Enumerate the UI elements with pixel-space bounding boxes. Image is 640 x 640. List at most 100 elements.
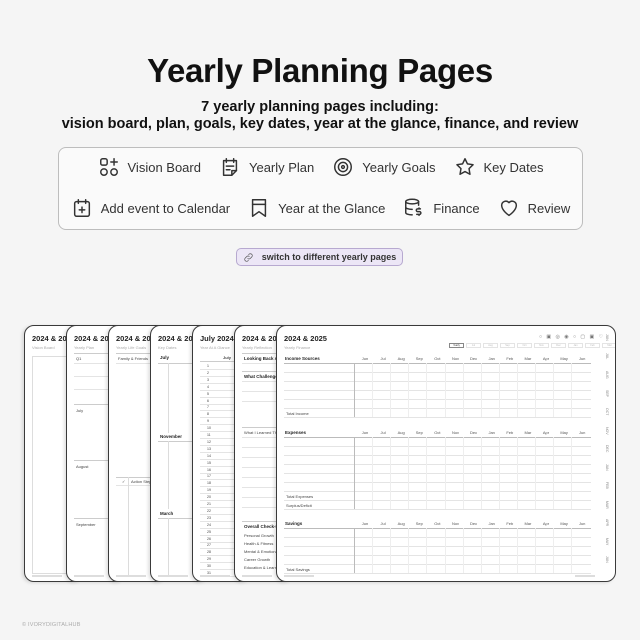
feature-label: Key Dates (483, 159, 544, 175)
column-line (372, 363, 374, 417)
copyright: © IVORYDIGITALHUB (22, 622, 81, 628)
feature-finance[interactable]: Finance (403, 197, 480, 219)
year-tab[interactable]: Nov (534, 343, 549, 348)
column-line (498, 437, 500, 509)
total-label: Total Income (286, 411, 309, 416)
section-rule (284, 363, 592, 364)
day-number: 17 (207, 474, 211, 479)
feature-add-event[interactable]: Add event to Calendar (71, 197, 230, 219)
column-line (553, 528, 555, 573)
month-side-tab[interactable]: AUG (599, 371, 609, 379)
column-line (408, 437, 410, 509)
check-column-label: ✓ (122, 479, 126, 484)
year-tab[interactable]: Oct (517, 343, 532, 348)
page-title: Yearly Planning Pages (147, 52, 493, 89)
year-tab[interactable]: Aug (483, 343, 498, 348)
column-line (444, 363, 446, 417)
day-number: 9 (207, 419, 209, 424)
link-icon (244, 252, 253, 262)
column-line (516, 363, 518, 417)
label-divider (354, 437, 355, 509)
month-side-tab[interactable]: APR (599, 519, 609, 527)
target-icon (334, 158, 353, 176)
column-line (480, 528, 482, 573)
feature-label: Yearly Plan (248, 159, 315, 175)
page-footer (74, 575, 104, 577)
day-number: 2 (207, 370, 209, 375)
column-line (498, 363, 500, 417)
page-footer (284, 575, 314, 577)
row-line (284, 509, 592, 510)
column-line (390, 437, 392, 509)
page-title: 2024 & 2025 (284, 334, 327, 343)
month-side-tab[interactable]: JUL (599, 353, 609, 361)
label-divider (354, 363, 355, 417)
feature-year-at-glance[interactable]: Year at the Glance (248, 197, 385, 219)
column-line (571, 437, 573, 509)
month-side-tab[interactable]: MAR (599, 501, 609, 509)
column-line (372, 437, 374, 509)
feature-label: Add event to Calendar (100, 200, 231, 216)
day-number: 19 (207, 488, 211, 493)
section-label: Education & Learn (244, 565, 277, 570)
month-side-tabs: JUN JUL AUG SEP OCT NOV DEC JAN FEB MAR APR MAY JUN (599, 326, 609, 581)
day-number: 12 (207, 439, 211, 444)
feature-vision-board[interactable]: Vision Board (98, 156, 201, 178)
column-line (480, 437, 482, 509)
page-subtitle: Yearly Life Goals (116, 345, 147, 350)
features-panel: Vision Board Yearly Plan Yearly Goals Ke… (58, 147, 583, 230)
row-line (284, 546, 592, 547)
month-side-tab[interactable]: MAY (599, 538, 609, 546)
section-label: Personal Growth (244, 533, 274, 538)
page-subtitle: Key Dates (158, 345, 177, 350)
month-side-tab[interactable]: SEP (599, 390, 609, 398)
feature-review[interactable]: Review (498, 197, 570, 219)
column-line (390, 528, 392, 573)
month-side-tab[interactable]: OCT (599, 408, 609, 416)
day-number: 24 (207, 522, 211, 527)
day-number: 5 (207, 391, 209, 396)
total-label: Surplus/Deficit (286, 503, 312, 508)
column-line (390, 363, 392, 417)
section-rule (284, 437, 592, 438)
year-tab[interactable]: Yearly (449, 343, 464, 348)
page-subtitle: Vision Board (32, 345, 55, 350)
month-side-tab[interactable]: JUN (599, 556, 609, 564)
year-tab[interactable]: Sep (500, 343, 515, 348)
page-title: July 2024 - (200, 334, 239, 343)
switch-pages-pill[interactable]: switch to different yearly pages (236, 248, 403, 266)
column-line (408, 363, 410, 417)
day-number: 16 (207, 467, 211, 472)
total-label: Total Savings (286, 567, 310, 572)
section-label: What I Learned Th (244, 430, 278, 435)
row-line (284, 390, 592, 391)
feature-yearly-goals[interactable]: Yearly Goals (332, 156, 436, 178)
day-number: 25 (207, 529, 211, 534)
day-number: 10 (207, 426, 211, 431)
column-line (426, 363, 428, 417)
year-tab[interactable]: Jul (466, 343, 481, 348)
month-side-tab[interactable]: JUN (599, 334, 609, 342)
day-number: 20 (207, 495, 211, 500)
month-side-tab[interactable]: JAN (599, 464, 609, 472)
section-label: Family & Friends (118, 356, 149, 361)
toolbar-icons[interactable]: ○ ▣ ◎ ◉ ○ ▢ ▣ ♡ (539, 334, 605, 340)
month-side-tab[interactable]: DEC (599, 445, 609, 453)
year-tab[interactable]: Jan (568, 343, 583, 348)
column-line (571, 363, 573, 417)
feature-key-dates[interactable]: Key Dates (454, 156, 544, 178)
row-line (284, 482, 592, 483)
section-label: July (76, 408, 84, 413)
month-side-tab[interactable]: NOV (599, 427, 609, 435)
column-line (426, 437, 428, 509)
calendar-note-icon (222, 158, 238, 176)
page-yearly-finance[interactable]: 2024 & 2025 Yearly Finance ○ ▣ ◎ ◉ ○ ▢ ▣… (276, 325, 616, 582)
year-tab[interactable]: Dec (551, 343, 566, 348)
section-label: November (160, 434, 183, 439)
year-tab[interactable]: Feb (585, 343, 600, 348)
month-side-tab[interactable]: FEB (599, 482, 609, 490)
feature-yearly-plan[interactable]: Yearly Plan (219, 156, 314, 178)
page-footer-right (575, 575, 595, 577)
coins-dollar-icon (405, 198, 422, 217)
feature-label: Yearly Goals (362, 159, 436, 175)
